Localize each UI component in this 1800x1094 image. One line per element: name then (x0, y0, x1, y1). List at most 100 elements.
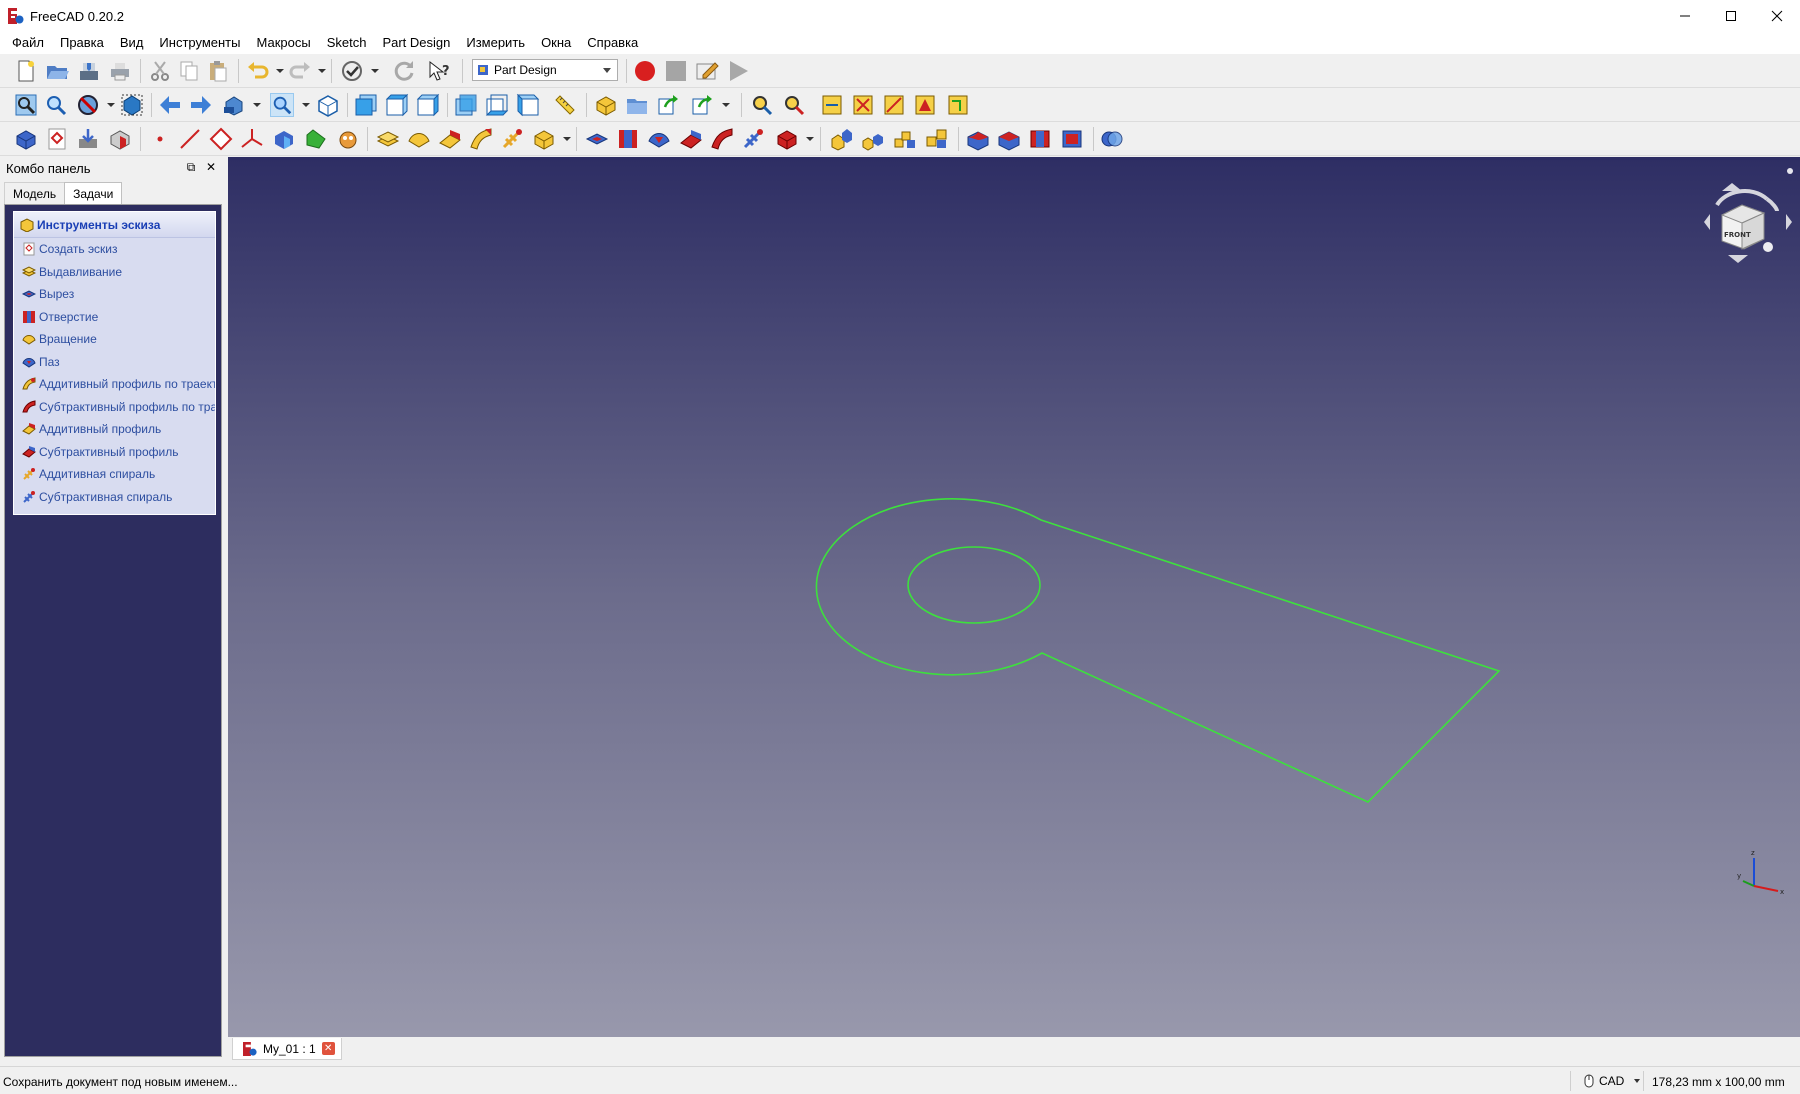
macro-stop-icon[interactable] (664, 59, 688, 83)
validate-sketch-icon[interactable] (76, 127, 100, 151)
maximize-button[interactable] (1708, 0, 1754, 32)
view-isometric-icon[interactable] (316, 93, 340, 117)
close-document-icon[interactable]: ✕ (321, 1042, 335, 1055)
bounding-box-icon[interactable] (120, 93, 144, 117)
mirrored-icon[interactable] (830, 127, 854, 151)
subtractive-primitive-icon[interactable] (775, 127, 799, 151)
task-additive-loft[interactable]: Аддитивный профиль (14, 418, 215, 441)
boolean-icon[interactable] (1100, 127, 1124, 151)
task-groove[interactable]: Паз (14, 351, 215, 374)
navcube-rotate-left-icon[interactable] (1715, 189, 1769, 207)
forward-arrow-icon[interactable] (189, 93, 213, 117)
datum-line-icon[interactable] (178, 127, 202, 151)
tab-tasks[interactable]: Задачи (64, 182, 123, 205)
datum-plane-icon[interactable] (209, 127, 233, 151)
subtractive-loft-icon[interactable] (679, 127, 703, 151)
menu-sketch[interactable]: Sketch (319, 33, 375, 53)
print-icon[interactable] (108, 59, 132, 83)
menu-help[interactable]: Справка (579, 33, 646, 53)
refresh-icon[interactable] (392, 59, 416, 83)
new-document-icon[interactable] (14, 59, 38, 83)
menu-view[interactable]: Вид (112, 33, 152, 53)
sketch-monkey-icon[interactable] (336, 127, 360, 151)
menu-file[interactable]: Файл (4, 33, 52, 53)
taskbox-header[interactable]: Инструменты эскиза (14, 212, 215, 238)
recompute-check-icon[interactable] (340, 59, 364, 83)
local-cs-icon[interactable] (240, 127, 264, 151)
navcube-rotate-down-icon[interactable] (1728, 255, 1748, 263)
task-subtractive-loft[interactable]: Субтрактивный профиль (14, 441, 215, 464)
additive-helix-icon[interactable] (500, 127, 524, 151)
document-tab[interactable]: My_01 : 1 ✕ (232, 1038, 342, 1060)
draft-icon[interactable] (1028, 127, 1052, 151)
polar-pattern-icon[interactable] (893, 127, 917, 151)
additive-pipe-icon[interactable] (469, 127, 493, 151)
undock-icon[interactable]: ⧉ (184, 160, 198, 174)
fit-selection-icon[interactable] (44, 93, 68, 117)
measure-distance-icon[interactable] (553, 93, 577, 117)
subtractive-pipe-icon[interactable] (710, 127, 734, 151)
macro-run-icon[interactable] (726, 59, 750, 83)
measure-toggle-all-icon[interactable] (882, 93, 906, 117)
navcube-home-icon[interactable] (1787, 168, 1793, 174)
pocket-icon[interactable] (585, 127, 609, 151)
draw-style-icon[interactable] (76, 93, 100, 117)
measure-angular-icon[interactable] (782, 93, 806, 117)
menu-edit[interactable]: Правка (52, 33, 112, 53)
datum-point-icon[interactable] (148, 127, 172, 151)
create-sketch-icon[interactable] (45, 127, 69, 151)
whats-this-icon[interactable]: ? (427, 59, 451, 83)
copy-icon[interactable] (177, 59, 201, 83)
create-body-icon[interactable] (14, 127, 38, 151)
fillet-icon[interactable] (966, 127, 990, 151)
std-views-icon[interactable] (222, 93, 246, 117)
task-revolution[interactable]: Вращение (14, 328, 215, 351)
sketch-outer-contour[interactable] (815, 497, 1501, 803)
subtractive-primitive-dropdown-icon[interactable] (806, 137, 814, 141)
chamfer-icon[interactable] (997, 127, 1021, 151)
save-icon[interactable] (77, 59, 101, 83)
create-part-icon[interactable] (594, 93, 618, 117)
menu-measure[interactable]: Измерить (458, 33, 533, 53)
draw-style-dropdown-icon[interactable] (371, 69, 379, 73)
navigation-style-selector[interactable]: CAD (1584, 1074, 1641, 1088)
subtractive-helix-icon[interactable] (741, 127, 765, 151)
pad-icon[interactable] (376, 127, 400, 151)
close-window-button[interactable] (1754, 0, 1800, 32)
measure-toggle-3d-icon[interactable] (913, 93, 937, 117)
3d-view[interactable]: FRONT z y x (228, 157, 1800, 1037)
link-actions-icon[interactable] (690, 93, 714, 117)
link-actions-dropdown-icon[interactable] (722, 103, 730, 107)
redo-dropdown-icon[interactable] (318, 69, 326, 73)
view-front-icon[interactable] (354, 93, 378, 117)
create-link-icon[interactable] (656, 93, 680, 117)
measure-refresh-icon[interactable] (820, 93, 844, 117)
minimize-button[interactable] (1662, 0, 1708, 32)
menu-tools[interactable]: Инструменты (151, 33, 248, 53)
sketch-profile[interactable] (815, 497, 1501, 803)
navcube-right-arrow-icon[interactable] (1786, 214, 1792, 230)
shape-binder-icon[interactable] (108, 127, 132, 151)
navcube-left-arrow-icon[interactable] (1704, 214, 1710, 230)
task-pad[interactable]: Выдавливание (14, 261, 215, 284)
measure-toggle-delta-icon[interactable] (946, 93, 970, 117)
navcube-rotate-right-icon[interactable] (1765, 197, 1779, 212)
measure-clear-icon[interactable] (851, 93, 875, 117)
redo-icon[interactable] (288, 59, 312, 83)
zoom-box-icon[interactable] (270, 93, 294, 117)
open-icon[interactable] (45, 59, 69, 83)
back-arrow-icon[interactable] (158, 93, 182, 117)
create-group-icon[interactable] (625, 93, 649, 117)
additive-primitive-icon[interactable] (532, 127, 556, 151)
undo-dropdown-icon[interactable] (276, 69, 284, 73)
view-right-icon[interactable] (416, 93, 440, 117)
linear-pattern-icon[interactable] (861, 127, 885, 151)
revolution-icon[interactable] (407, 127, 431, 151)
view-left-icon[interactable] (516, 93, 540, 117)
paste-icon[interactable] (206, 59, 230, 83)
sub-shape-binder-icon[interactable] (304, 127, 328, 151)
task-subtractive-helix[interactable]: Субтрактивная спираль (14, 486, 215, 509)
close-panel-icon[interactable]: ✕ (204, 160, 218, 174)
task-subtractive-pipe[interactable]: Субтрактивный профиль по траектории (14, 396, 215, 419)
clone-icon[interactable] (272, 127, 296, 151)
